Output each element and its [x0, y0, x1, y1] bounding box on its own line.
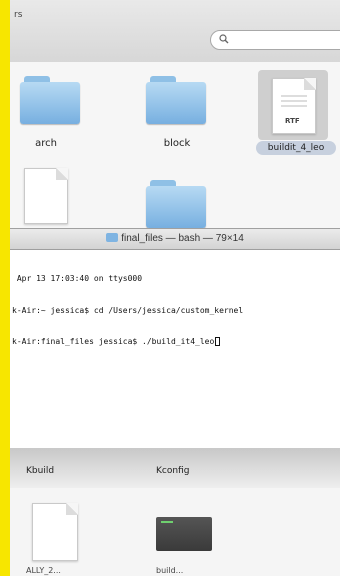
search-input[interactable]	[233, 33, 340, 49]
terminal-line: k-Air:~ jessica$ cd /Users/jessica/custo…	[12, 305, 244, 315]
terminal-window[interactable]: final_files — bash — 79×14 Apr 13 17:03:…	[10, 228, 340, 449]
search-icon	[219, 34, 229, 44]
selected-item-label[interactable]: buildit_4_leo	[256, 141, 336, 155]
terminal-output[interactable]: Apr 13 17:03:40 on ttys000 k-Air:~ jessi…	[12, 253, 338, 369]
file-label-kconfig[interactable]: Kconfig	[156, 466, 189, 476]
finder-window: rs arch block RTF buildit_4_leo final_fi…	[10, 0, 340, 576]
search-field[interactable]	[210, 30, 340, 50]
folder-item-arch[interactable]: arch	[16, 76, 106, 176]
window-title-fragment: rs	[14, 10, 23, 20]
folder-icon	[146, 76, 206, 124]
file-label-fragment: ALLY_2...	[26, 566, 61, 575]
terminal-cursor	[215, 337, 221, 346]
bottom-label-row: Kbuild Kconfig	[10, 448, 340, 488]
folder-icon	[20, 76, 80, 124]
file-label-kbuild[interactable]: Kbuild	[26, 466, 54, 476]
finder-toolbar: rs	[10, 0, 340, 63]
document-icon[interactable]	[24, 168, 68, 224]
folder-icon[interactable]	[146, 180, 206, 228]
terminal-title: final_files — bash — 79×14	[121, 233, 244, 244]
rtf-badge: RTF	[285, 117, 300, 125]
terminal-title-bar[interactable]: final_files — bash — 79×14	[10, 229, 340, 250]
rtf-document-icon[interactable]: RTF	[272, 78, 316, 134]
folder-label: arch	[35, 138, 57, 149]
folder-item-block[interactable]: block	[146, 76, 236, 176]
terminal-file-icon[interactable]	[156, 517, 212, 551]
folder-icon	[106, 233, 119, 242]
folder-label: block	[163, 138, 191, 149]
file-label-fragment: build...	[156, 566, 184, 575]
terminal-line: Apr 13 17:03:40 on ttys000	[12, 274, 143, 283]
document-icon[interactable]	[32, 503, 78, 561]
terminal-line-prompt: k-Air:final_files jessica$ ./build_it4_l…	[12, 337, 338, 348]
